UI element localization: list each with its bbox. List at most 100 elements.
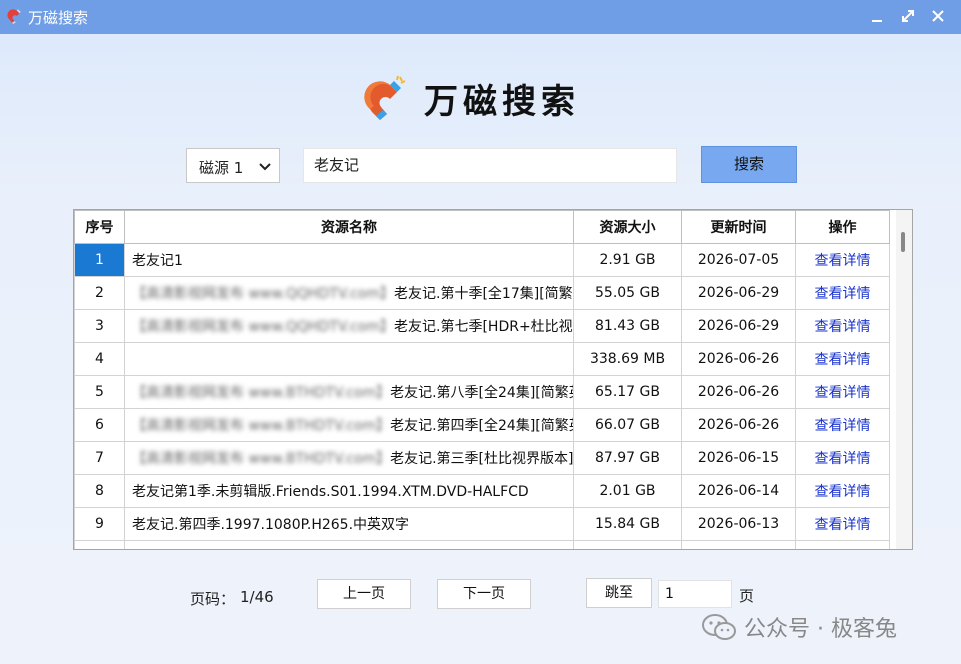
expand-icon bbox=[902, 10, 914, 22]
table-row[interactable]: 9 老友记.第四季.1997.1080P.H265.中英双字 15.84 GB 202… bbox=[74, 507, 890, 541]
header-date[interactable]: 更新时间 bbox=[681, 210, 796, 244]
blurred-text: 【高清影视网发布 www.QQHDTV.com】 bbox=[132, 286, 394, 302]
table-row[interactable]: 8 老友记第1季.未剪辑版.Friends.S01.1994.XTM.DVD-HA… bbox=[74, 474, 890, 508]
row-size: 2.91 GB bbox=[573, 243, 682, 277]
blurred-text: 【高清影视网发布 www.BTHDTV.com】 bbox=[132, 385, 391, 401]
table-row[interactable]: 2 【高清影视网发布 www.QQHDTV.com】老友记.第十季[全17集][简… bbox=[74, 276, 890, 310]
empty-cell bbox=[124, 540, 574, 549]
row-name-text: 老友记.第三季[杜比视界版本][ bbox=[390, 451, 574, 467]
row-date: 2026-06-29 bbox=[681, 276, 796, 310]
empty-cell bbox=[795, 540, 890, 549]
maximize-button[interactable] bbox=[893, 4, 923, 28]
row-name: 【高清影视网发布 www.QQHDTV.com】老友记.第十季[全17集][简繁… bbox=[124, 276, 574, 310]
row-index[interactable]: 2 bbox=[74, 276, 125, 310]
row-index[interactable]: 6 bbox=[74, 408, 125, 442]
blurred-text: 【高清影视网发布 www.BTHDTV.com】 bbox=[132, 451, 391, 467]
scrollbar-thumb[interactable] bbox=[901, 232, 905, 252]
row-index[interactable]: 9 bbox=[74, 507, 125, 541]
row-date: 2026-06-15 bbox=[681, 441, 796, 475]
watermark-text: 公众号 · 极客兔 bbox=[744, 617, 897, 642]
table-row[interactable]: 5 【高清影视网发布 www.BTHDTV.com】老友记.第八季[全24集][简… bbox=[74, 375, 890, 409]
row-name-text: 老友记.第八季[全24集][简繁英 bbox=[390, 385, 574, 401]
search-button[interactable]: 搜索 bbox=[701, 146, 797, 183]
row-name: 【高清影视网发布 www.BTHDTV.com】老友记.第三季[杜比视界版本][ bbox=[124, 441, 574, 475]
prev-page-button[interactable]: 上一页 bbox=[317, 579, 411, 609]
app-window: 万磁搜索 万磁搜索 磁源 1 老友记 搜索 序号 资源名称 资源大小 更新时间 … bbox=[0, 0, 961, 664]
magnet-icon bbox=[7, 9, 21, 25]
row-name-text: 老友记.第四季[全24集][简繁英 bbox=[390, 418, 574, 434]
logo-title: 万磁搜索 bbox=[424, 82, 580, 122]
header-action[interactable]: 操作 bbox=[795, 210, 890, 244]
page-number-input[interactable]: 1 bbox=[658, 580, 732, 608]
source-select[interactable]: 磁源 1 bbox=[186, 148, 280, 183]
row-index[interactable]: 8 bbox=[74, 474, 125, 508]
view-details-link[interactable]: 查看详情 bbox=[795, 243, 890, 277]
row-index[interactable]: 4 bbox=[74, 342, 125, 376]
page-indicator: 1/46 bbox=[240, 588, 274, 606]
row-name: 老友记.第四季.1997.1080P.H265.中英双字 bbox=[124, 507, 574, 541]
table-row[interactable]: 7 【高清影视网发布 www.BTHDTV.com】老友记.第三季[杜比视界版本]… bbox=[74, 441, 890, 475]
next-page-button[interactable]: 下一页 bbox=[437, 579, 531, 609]
jump-button[interactable]: 跳至 bbox=[586, 578, 652, 608]
row-index[interactable]: 7 bbox=[74, 441, 125, 475]
header-name[interactable]: 资源名称 bbox=[124, 210, 574, 244]
table-row[interactable]: 1 老友记1 2.91 GB 2026-07-05 查看详情 bbox=[74, 243, 890, 277]
row-name-text: 老友记.第七季[HDR+杜比视界 bbox=[394, 319, 574, 335]
empty-cell bbox=[681, 540, 796, 549]
row-name: 【高清影视网发布 www.BTHDTV.com】老友记.第八季[全24集][简繁… bbox=[124, 375, 574, 409]
source-select-value: 磁源 1 bbox=[199, 159, 244, 177]
magnet-logo-icon bbox=[364, 75, 406, 120]
view-details-link[interactable]: 查看详情 bbox=[795, 276, 890, 310]
row-name-text: 老友记.第十季[全17集][简繁英 bbox=[394, 286, 574, 302]
row-date: 2026-06-26 bbox=[681, 408, 796, 442]
view-details-link[interactable]: 查看详情 bbox=[795, 507, 890, 541]
row-name: 【高清影视网发布 www.BTHDTV.com】老友记.第四季[全24集][简繁… bbox=[124, 408, 574, 442]
table-row[interactable]: 6 【高清影视网发布 www.BTHDTV.com】老友记.第四季[全24集][简… bbox=[74, 408, 890, 442]
row-date: 2026-06-14 bbox=[681, 474, 796, 508]
row-date: 2026-06-13 bbox=[681, 507, 796, 541]
close-button[interactable] bbox=[923, 4, 953, 28]
view-details-link[interactable]: 查看详情 bbox=[795, 342, 890, 376]
row-name bbox=[124, 342, 574, 376]
blurred-text: 【高清影视网发布 www.BTHDTV.com】 bbox=[132, 418, 391, 434]
chevron-down-icon bbox=[259, 163, 271, 171]
view-details-link[interactable]: 查看详情 bbox=[795, 375, 890, 409]
row-name: 【高清影视网发布 www.QQHDTV.com】老友记.第七季[HDR+杜比视界 bbox=[124, 309, 574, 343]
row-index[interactable]: 1 bbox=[74, 243, 125, 277]
view-details-link[interactable]: 查看详情 bbox=[795, 441, 890, 475]
blurred-text: 【高清影视网发布 www.QQHDTV.com】 bbox=[132, 319, 394, 335]
row-size: 2.01 GB bbox=[573, 474, 682, 508]
row-size: 65.17 GB bbox=[573, 375, 682, 409]
minimize-button[interactable] bbox=[862, 4, 892, 28]
empty-cell bbox=[573, 540, 682, 549]
view-details-link[interactable]: 查看详情 bbox=[795, 474, 890, 508]
table-row bbox=[74, 540, 890, 549]
window-title: 万磁搜索 bbox=[28, 9, 89, 27]
row-size: 66.07 GB bbox=[573, 408, 682, 442]
row-name: 老友记1 bbox=[124, 243, 574, 277]
table-row[interactable]: 4 338.69 MB 2026-06-26 查看详情 bbox=[74, 342, 890, 376]
close-icon bbox=[932, 10, 944, 22]
page-label: 页码： bbox=[190, 590, 236, 608]
wechat-icon bbox=[702, 614, 736, 640]
row-size: 87.97 GB bbox=[573, 441, 682, 475]
results-table: 序号 资源名称 资源大小 更新时间 操作 1 老友记1 2.91 GB 2026-07… bbox=[73, 209, 913, 550]
view-details-link[interactable]: 查看详情 bbox=[795, 408, 890, 442]
row-name: 老友记第1季.未剪辑版.Friends.S01.1994.XTM.DVD-HAL… bbox=[124, 474, 574, 508]
header-size[interactable]: 资源大小 bbox=[573, 210, 682, 244]
minimize-icon bbox=[872, 20, 882, 22]
row-date: 2026-07-05 bbox=[681, 243, 796, 277]
row-index[interactable]: 5 bbox=[74, 375, 125, 409]
page-unit-label: 页 bbox=[739, 587, 755, 605]
table-row[interactable]: 3 【高清影视网发布 www.QQHDTV.com】老友记.第七季[HDR+杜比视… bbox=[74, 309, 890, 343]
view-details-link[interactable]: 查看详情 bbox=[795, 309, 890, 343]
row-size: 338.69 MB bbox=[573, 342, 682, 376]
row-index[interactable]: 3 bbox=[74, 309, 125, 343]
empty-cell bbox=[74, 540, 125, 549]
header-index[interactable]: 序号 bbox=[74, 210, 125, 244]
row-size: 55.05 GB bbox=[573, 276, 682, 310]
row-date: 2026-06-26 bbox=[681, 342, 796, 376]
search-input[interactable]: 老友记 bbox=[303, 148, 677, 183]
table-scrollbar[interactable] bbox=[896, 210, 912, 549]
row-size: 81.43 GB bbox=[573, 309, 682, 343]
